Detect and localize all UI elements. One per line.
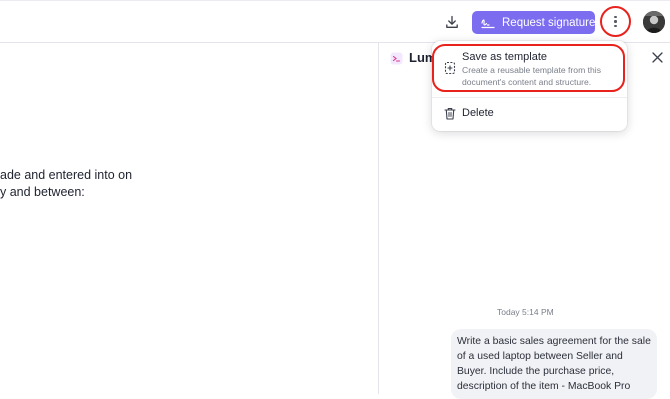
delete-label: Delete	[462, 107, 494, 119]
save-as-template-title: Save as template	[462, 51, 547, 63]
document-body: ade and entered into on y and between:	[0, 167, 360, 201]
menu-divider	[432, 97, 627, 98]
save-as-template-description: Create a reusable template from this doc…	[462, 65, 601, 87]
more-vertical-icon	[614, 16, 617, 27]
request-signatures-button[interactable]: Request signatures	[472, 11, 601, 34]
more-options-button[interactable]	[600, 6, 631, 37]
avatar[interactable]	[643, 11, 665, 33]
close-icon	[651, 51, 663, 63]
trash-icon	[444, 108, 456, 120]
assistant-logo-icon	[389, 51, 403, 65]
save-as-template-menu-item[interactable]: Save as template Create a reusable templ…	[432, 41, 627, 92]
document-line: ade and entered into on	[0, 168, 133, 182]
panel-divider	[378, 43, 379, 394]
top-toolbar: Request signatures	[0, 0, 670, 43]
document-line: y and between:	[0, 185, 85, 199]
download-button[interactable]	[441, 11, 463, 33]
user-message-bubble: Write a basic sales agreement for the sa…	[451, 329, 657, 399]
chat-timestamp: Today 5:14 PM	[497, 307, 554, 317]
download-icon	[446, 15, 458, 28]
request-signatures-label: Request signatures	[502, 16, 602, 29]
close-panel-button[interactable]	[649, 49, 665, 65]
delete-menu-item[interactable]: Delete	[432, 101, 627, 127]
top-border	[0, 0, 670, 1]
template-icon	[444, 61, 456, 75]
signature-icon	[481, 18, 495, 28]
user-avatar-icon	[643, 11, 665, 33]
more-options-menu: Save as template Create a reusable templ…	[432, 41, 627, 131]
